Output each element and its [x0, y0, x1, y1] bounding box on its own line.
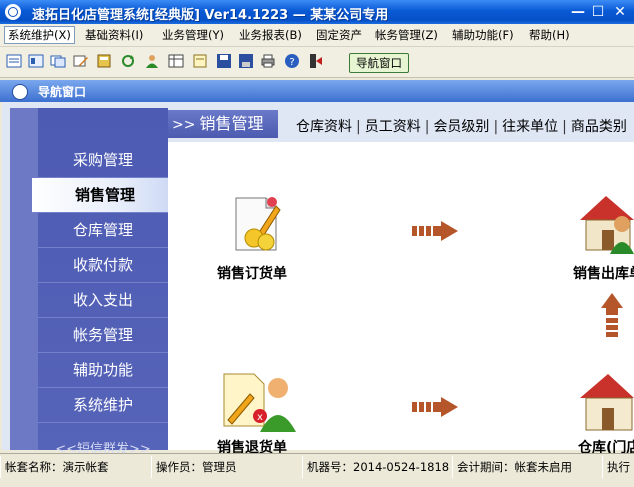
warehouse-icon[interactable]	[578, 370, 634, 432]
print-icon[interactable]	[260, 53, 276, 69]
panel-title: 导航窗口	[38, 85, 87, 99]
tab-separator: |	[562, 119, 567, 135]
tab-caret: >>	[172, 117, 196, 133]
status-operator: 操作员：管理员	[151, 456, 303, 478]
nav-window-button[interactable]: 导航窗口	[349, 53, 409, 73]
menu-bar: 系统维护(X) 基础资料(I) 业务管理(Y) 业务报表(B) 固定资产 帐务管…	[0, 24, 634, 47]
panel-title-bar: 导航窗口	[0, 80, 634, 102]
minimize-button[interactable]: —	[570, 4, 586, 20]
list-icon[interactable]	[28, 53, 44, 69]
tab-warehouse-data[interactable]: 仓库资料	[296, 119, 352, 135]
tab-separator: |	[424, 119, 430, 135]
tab-product-category[interactable]: 商品类别	[571, 119, 627, 135]
svg-text:x: x	[257, 412, 263, 423]
sales-order-label[interactable]: 销售订货单	[217, 263, 287, 283]
status-period: 会计期间：帐套未启用	[452, 456, 603, 478]
arrow-right-icon	[412, 221, 458, 241]
status-account: 帐套名称：演示帐套	[0, 456, 152, 478]
menu-aux-functions[interactable]: 辅助功能(F)	[449, 27, 517, 43]
maximize-button[interactable]: ☐	[590, 4, 606, 20]
sales-outbound-label[interactable]: 销售出库单	[573, 263, 634, 283]
title-bar: 速拓日化店管理系统[经典版] Ver14.1223 — 某某公司专用 — ☐ ✕	[0, 0, 634, 24]
sidebar-item-accounting[interactable]: 帐务管理	[38, 318, 168, 353]
sales-order-icon[interactable]	[228, 194, 286, 254]
menu-system-maintenance[interactable]: 系统维护(X)	[4, 26, 75, 44]
sidebar: 采购管理 销售管理 仓库管理 收款付款 收入支出 帐务管理 辅助功能 系统维护 …	[10, 108, 178, 457]
menu-fixed-assets[interactable]: 固定资产	[313, 27, 365, 43]
menu-basic-data[interactable]: 基础资料(I)	[82, 27, 146, 43]
tab-links: 仓库资料 | 员工资料 | 会员级别 | 往来单位 | 商品类别	[296, 116, 627, 136]
save-icon[interactable]	[216, 53, 232, 69]
tab-staff-data[interactable]: 员工资料	[365, 119, 421, 135]
tab-partners[interactable]: 往来单位	[502, 119, 558, 135]
app-logo-icon[interactable]	[5, 4, 21, 20]
sidebar-item-payments[interactable]: 收款付款	[38, 248, 168, 283]
book-icon[interactable]	[96, 53, 112, 69]
status-bar: 帐套名称：演示帐套 操作员：管理员 机器号：2014-0524-1818 会计期…	[0, 453, 634, 487]
sales-return-icon[interactable]: x	[220, 370, 296, 432]
report-icon[interactable]	[6, 53, 22, 69]
menu-business-reports[interactable]: 业务报表(B)	[236, 27, 305, 43]
menu-business-management[interactable]: 业务管理(Y)	[159, 27, 227, 43]
disk-icon[interactable]	[238, 53, 254, 69]
menu-account-management[interactable]: 帐务管理(Z)	[372, 27, 441, 43]
sidebar-item-system[interactable]: 系统维护	[38, 388, 168, 423]
tab-current[interactable]: >> 销售管理	[168, 110, 278, 138]
status-machine: 机器号：2014-0524-1818	[302, 456, 453, 478]
toolbar: ?	[0, 47, 634, 78]
sidebar-item-aux[interactable]: 辅助功能	[38, 353, 168, 388]
tab-separator: |	[356, 119, 361, 135]
window-title: 速拓日化店管理系统[经典版] Ver14.1223 — 某某公司专用	[32, 8, 389, 23]
edit-icon[interactable]	[73, 53, 89, 69]
sidebar-stripe	[10, 108, 38, 450]
tab-separator: |	[493, 119, 499, 135]
tab-current-label: 销售管理	[199, 114, 264, 133]
menu-help[interactable]: 帮助(H)	[526, 27, 573, 43]
tab-member-level[interactable]: 会员级别	[433, 119, 489, 135]
svg-text:?: ?	[289, 57, 294, 68]
status-extra: 执行	[602, 456, 634, 478]
sales-outbound-icon[interactable]	[576, 190, 634, 254]
note-icon[interactable]	[192, 53, 208, 69]
sidebar-item-sales[interactable]: 销售管理	[32, 178, 178, 213]
refresh-icon[interactable]	[120, 53, 136, 69]
close-button[interactable]: ✕	[612, 4, 628, 20]
sidebar-item-income-expense[interactable]: 收入支出	[38, 283, 168, 318]
window-icon[interactable]	[50, 53, 66, 69]
sidebar-item-purchase[interactable]: 采购管理	[38, 143, 168, 178]
user-icon[interactable]	[144, 53, 160, 69]
arrow-right-icon	[412, 397, 458, 417]
help-icon[interactable]: ?	[284, 53, 300, 69]
grid-icon[interactable]	[168, 53, 184, 69]
sidebar-item-warehouse[interactable]: 仓库管理	[38, 213, 168, 248]
exit-icon[interactable]	[307, 53, 323, 69]
panel-app-icon	[12, 84, 28, 100]
arrow-up-icon	[601, 293, 623, 337]
